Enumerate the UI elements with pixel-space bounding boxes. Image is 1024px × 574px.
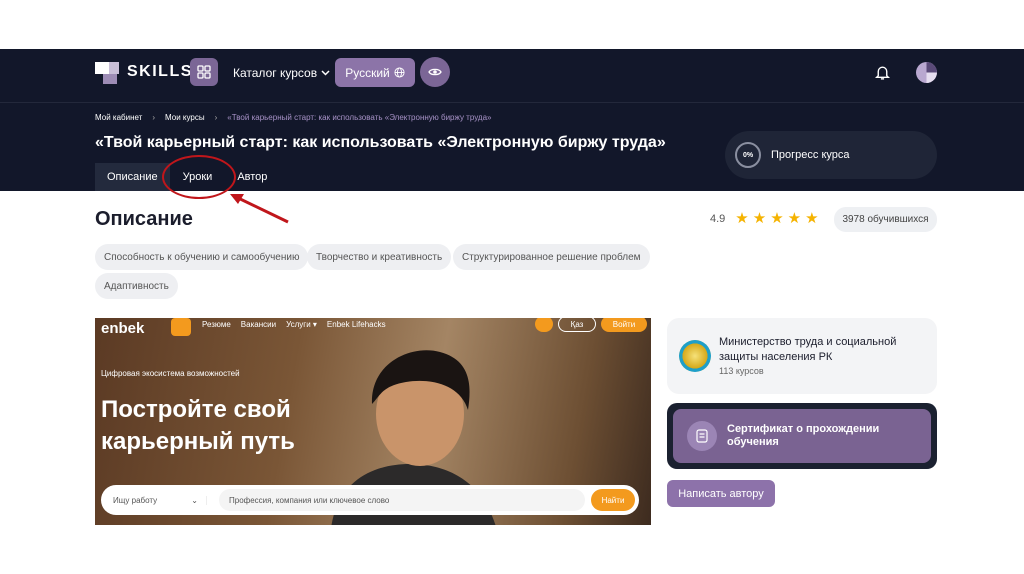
star-icon: ★	[805, 210, 819, 227]
tab-description[interactable]: Описание	[95, 163, 170, 191]
learners-count-badge: 3978 обучившихся	[834, 207, 937, 232]
breadcrumb-my-courses[interactable]: Мои курсы	[165, 113, 205, 122]
author-name: Министерство труда и социальной защиты н…	[719, 336, 897, 363]
banner-search-button: Найти	[591, 489, 635, 511]
banner-menu-item: Резюме	[202, 320, 231, 329]
certificate-label: Сертификат о прохождении обучения	[727, 423, 880, 448]
bell-icon[interactable]	[874, 64, 891, 81]
skills-logo-icon[interactable]	[95, 62, 119, 84]
write-author-button[interactable]: Написать автору	[667, 480, 775, 507]
description-heading: Описание	[95, 208, 193, 230]
banner-settings-icon	[535, 318, 553, 332]
enbek-logo: enbek	[101, 320, 145, 337]
banner-menu-item: Enbek Lifehacks	[326, 320, 386, 329]
breadcrumb: Мой кабинет › Мои курсы › «Твой карьерны…	[95, 113, 492, 122]
breadcrumb-cabinet[interactable]: Мой кабинет	[95, 113, 142, 122]
banner-search-bar: Ищу работу ⌄ Профессия, компания или клю…	[101, 485, 639, 515]
banner-menu-item: Вакансии	[240, 320, 277, 329]
certificate-button[interactable]: Сертификат о прохождении обучения	[673, 409, 931, 463]
banner-menu: Резюме Вакансии Услуги ▾ Enbek Lifehacks	[202, 320, 386, 329]
certificate-panel: Сертификат о прохождении обучения	[667, 403, 937, 469]
course-rating: 4.9 ★ ★ ★ ★ ★	[710, 211, 819, 226]
course-cover-image: enbek Резюме Вакансии Услуги ▾ Enbek Lif…	[95, 318, 651, 525]
rating-value: 4.9	[710, 212, 726, 225]
skill-chip: Адаптивность	[95, 273, 178, 299]
star-icon: ★	[787, 210, 802, 227]
banner-language: Қаз	[558, 318, 596, 332]
page-title: «Твой карьерный старт: как использовать …	[95, 134, 666, 151]
banner-search-select: Ищу работу ⌄	[113, 495, 207, 505]
globe-icon	[394, 67, 405, 78]
chevron-down-icon	[321, 70, 330, 76]
star-icon: ★	[752, 210, 767, 227]
banner-login-button: Войти	[601, 318, 647, 332]
banner-headline: Постройте свой карьерный путь	[101, 396, 295, 455]
course-progress-widget: 0% Прогресс курса	[725, 131, 937, 179]
annotation-arrow-icon	[230, 194, 289, 224]
banner-search-input: Профессия, компания или ключевое слово	[219, 489, 585, 511]
eye-icon	[428, 68, 442, 76]
banner-menu-item: Услуги ▾	[286, 320, 317, 329]
star-icon: ★	[770, 210, 784, 227]
skill-chip: Творчество и креативность	[307, 244, 452, 270]
breadcrumb-separator: ›	[152, 113, 156, 122]
avatar[interactable]	[916, 62, 937, 83]
chevron-down-icon: ⌄	[191, 495, 198, 505]
avatar-icon	[926, 62, 937, 83]
progress-percent: 0%	[735, 142, 761, 168]
catalog-dropdown[interactable]: Каталог курсов	[233, 66, 330, 80]
author-course-count: 113 курсов	[719, 366, 764, 376]
catalog-label: Каталог курсов	[233, 66, 318, 80]
skill-chip: Структурированное решение проблем	[453, 244, 650, 270]
skill-chip: Способность к обучению и самообучению	[95, 244, 309, 270]
progress-label: Прогресс курса	[771, 149, 850, 161]
language-label: Русский	[345, 65, 390, 80]
breadcrumb-current: «Твой карьерный старт: как использовать …	[227, 113, 492, 122]
banner-search-select-label: Ищу работу	[113, 495, 158, 505]
kazakhstan-emblem-icon	[679, 340, 711, 372]
grid-icon	[197, 65, 211, 79]
breadcrumb-separator: ›	[214, 113, 218, 122]
author-card[interactable]: Министерство труда и социальной защиты н…	[667, 318, 937, 394]
language-button[interactable]: Русский	[335, 58, 415, 87]
logo-text[interactable]: SKILLS	[127, 63, 193, 81]
banner-subtitle: Цифровая экосистема возможностей	[101, 369, 240, 378]
accessibility-button[interactable]	[420, 57, 450, 87]
star-icon: ★	[735, 210, 749, 227]
certificate-icon	[687, 421, 717, 451]
enbek-apps-icon	[171, 318, 191, 336]
apps-grid-button[interactable]	[190, 58, 218, 86]
